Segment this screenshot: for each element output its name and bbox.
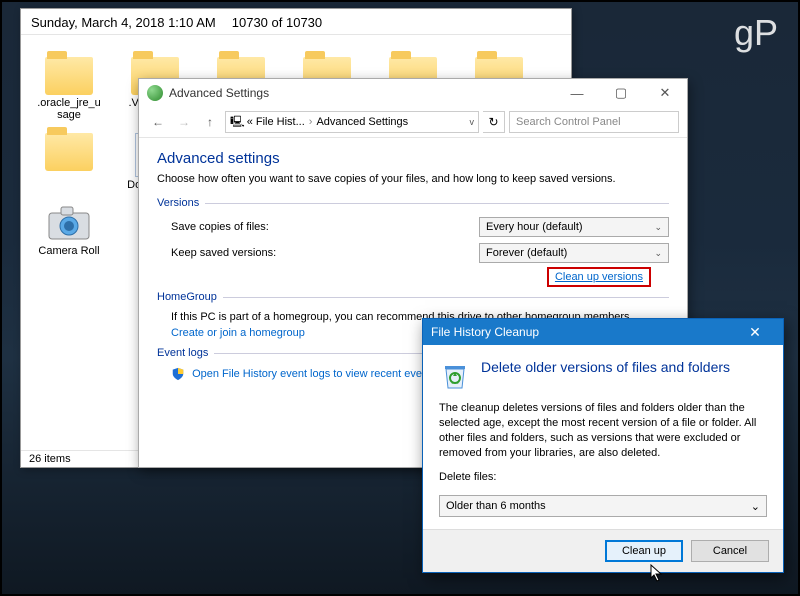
section-homegroup: HomeGroup	[157, 291, 669, 303]
cleanup-versions-link[interactable]: Clean up versions	[547, 267, 651, 287]
folder-label: Camera Roll	[37, 245, 101, 257]
breadcrumb-part-2[interactable]: Advanced Settings	[316, 116, 408, 128]
settings-titlebar: Advanced Settings — ▢ ✕	[139, 79, 687, 107]
breadcrumb[interactable]: 🖳 « File Hist... › Advanced Settings v	[225, 111, 479, 133]
camera-icon	[45, 203, 93, 243]
page-subtitle: Choose how often you want to save copies…	[157, 173, 669, 185]
explorer-date: Sunday, March 4, 2018 1:10 AM	[31, 15, 216, 30]
forward-button[interactable]: →	[173, 111, 195, 133]
cleanup-dialog: File History Cleanup ✕ Delete older vers…	[422, 318, 784, 573]
cleanup-button[interactable]: Clean up	[605, 540, 683, 562]
keep-versions-select[interactable]: Forever (default) ⌄	[479, 243, 669, 263]
folder-item[interactable]: .oracle_jre_usage	[37, 57, 101, 121]
save-copies-select[interactable]: Every hour (default) ⌄	[479, 217, 669, 237]
breadcrumb-icon: 🖳	[230, 113, 245, 132]
delete-files-label: Delete files:	[439, 470, 767, 485]
dialog-body-text: The cleanup deletes versions of files an…	[439, 401, 767, 460]
maximize-button[interactable]: ▢	[599, 79, 643, 107]
watermark-logo: gP	[734, 12, 778, 54]
delete-files-select[interactable]: Older than 6 months ⌄	[439, 495, 767, 517]
delete-files-value: Older than 6 months	[446, 500, 546, 512]
save-copies-label: Save copies of files:	[171, 221, 351, 233]
close-button[interactable]: ✕	[643, 79, 687, 107]
section-homegroup-label: HomeGroup	[157, 291, 217, 303]
dialog-footer: Clean up Cancel	[423, 529, 783, 572]
explorer-count: 10730 of 10730	[232, 15, 322, 30]
section-eventlogs-label: Event logs	[157, 347, 208, 359]
back-button[interactable]: ←	[147, 111, 169, 133]
refresh-button[interactable]: ↻	[483, 111, 505, 133]
recycle-bin-icon	[439, 359, 471, 391]
nav-row: ← → ↑ 🖳 « File Hist... › Advanced Settin…	[139, 107, 687, 138]
dialog-title: File History Cleanup	[431, 325, 539, 339]
keep-versions-value: Forever (default)	[486, 247, 567, 259]
cancel-button[interactable]: Cancel	[691, 540, 769, 562]
homegroup-link[interactable]: Create or join a homegroup	[171, 327, 305, 339]
save-copies-value: Every hour (default)	[486, 221, 583, 233]
folder-label: .oracle_jre_usage	[37, 97, 101, 121]
breadcrumb-part-1[interactable]: « File Hist...	[247, 116, 305, 128]
folder-item[interactable]: Camera Roll	[37, 203, 101, 257]
dialog-titlebar: File History Cleanup ✕	[423, 319, 783, 345]
control-panel-icon	[147, 85, 163, 101]
dialog-heading: Delete older versions of files and folde…	[481, 359, 730, 391]
dialog-close-button[interactable]: ✕	[735, 324, 775, 341]
keep-versions-label: Keep saved versions:	[171, 247, 351, 259]
settings-window-title: Advanced Settings	[169, 86, 269, 100]
breadcrumb-dropdown-icon[interactable]: v	[470, 117, 475, 127]
up-button[interactable]: ↑	[199, 111, 221, 133]
chevron-down-icon: ⌄	[654, 248, 662, 259]
shield-icon	[171, 367, 185, 381]
minimize-button[interactable]: —	[555, 79, 599, 107]
explorer-header: Sunday, March 4, 2018 1:10 AM 10730 of 1…	[21, 9, 571, 35]
search-input[interactable]: Search Control Panel	[509, 111, 679, 133]
chevron-down-icon: ⌄	[751, 500, 760, 513]
page-title: Advanced settings	[157, 150, 669, 167]
folder-item[interactable]	[37, 133, 101, 191]
chevron-down-icon: ⌄	[654, 222, 662, 233]
section-versions-label: Versions	[157, 197, 199, 209]
section-versions: Versions	[157, 197, 669, 209]
folder-icon	[45, 57, 93, 95]
folder-icon	[45, 133, 93, 171]
breadcrumb-sep: ›	[307, 116, 315, 128]
